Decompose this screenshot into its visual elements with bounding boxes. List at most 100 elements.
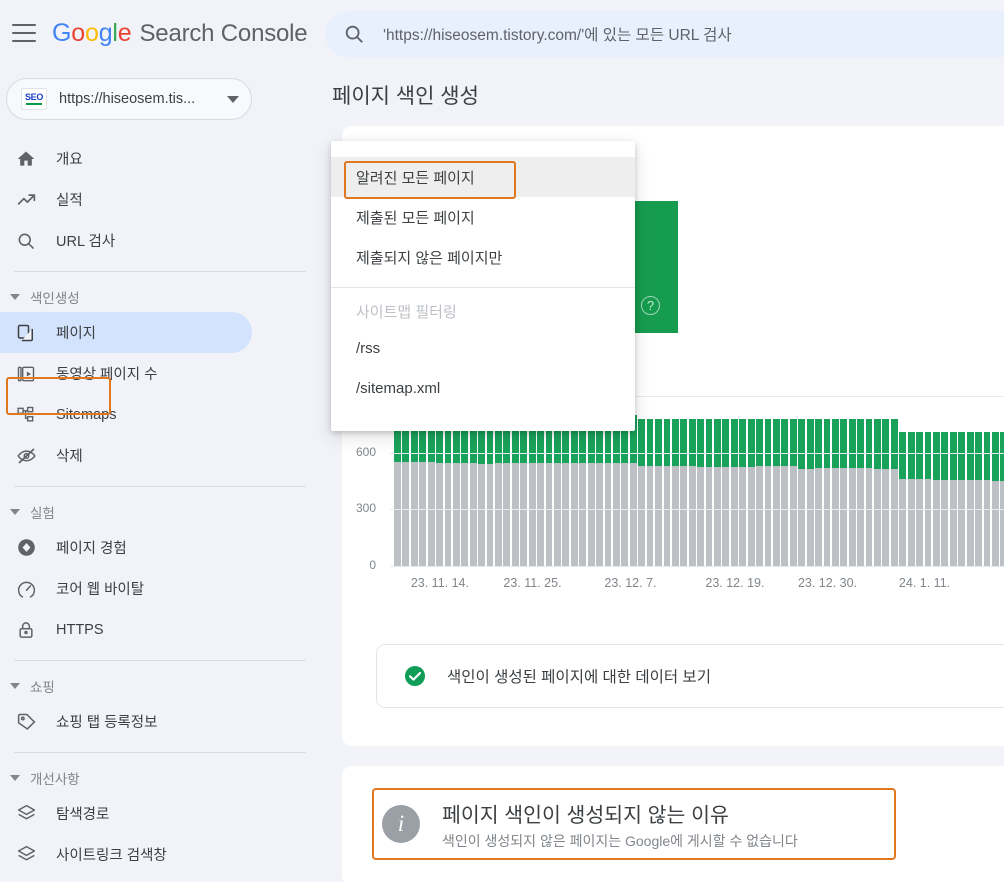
sidebar-item-url-inspection[interactable]: URL 검사: [0, 220, 252, 261]
divider: [14, 271, 306, 272]
chart-bar[interactable]: [984, 396, 991, 566]
chevron-down-icon: [227, 96, 239, 103]
chart-bar[interactable]: [739, 396, 746, 566]
chart-bar[interactable]: [807, 396, 814, 566]
chart-bar-segment-not-indexed: [908, 479, 915, 566]
chart-bar[interactable]: [958, 396, 965, 566]
chart-bar[interactable]: [722, 396, 729, 566]
property-selector[interactable]: SEO https://hiseosem.tis...: [6, 78, 252, 120]
sidebar-item-sitelinks-searchbox[interactable]: 사이트링크 검색창: [0, 834, 252, 875]
chart-bar[interactable]: [647, 396, 654, 566]
sidebar-item-video-pages[interactable]: 동영상 페이지 수: [0, 353, 252, 394]
chart-bar-segment-not-indexed: [487, 464, 494, 566]
chart-bar[interactable]: [832, 396, 839, 566]
chart-bar-segment-indexed: [1000, 432, 1004, 481]
chart-bar[interactable]: [908, 396, 915, 566]
sidebar-item-removals[interactable]: 삭제: [0, 435, 252, 476]
chart-bar-segment-indexed: [882, 419, 889, 469]
chart-x-tick-label: 23. 12. 19.: [705, 576, 764, 590]
chart-bar[interactable]: [638, 396, 645, 566]
url-inspection-search-bar[interactable]: 'https://hiseosem.tistory.com/'에 있는 모든 U…: [325, 11, 1004, 57]
chart-bar[interactable]: [790, 396, 797, 566]
sidebar-item-performance[interactable]: 실적: [0, 179, 252, 220]
chart-bar[interactable]: [798, 396, 805, 566]
chart-bar[interactable]: [882, 396, 889, 566]
sidebar-group-experience[interactable]: 실험: [0, 497, 320, 527]
chart-bar[interactable]: [655, 396, 662, 566]
dropdown-item-label: /sitemap.xml: [356, 380, 440, 397]
sidebar-item-pages[interactable]: 페이지: [0, 312, 252, 353]
chart-bar[interactable]: [840, 396, 847, 566]
chart-bar[interactable]: [765, 396, 772, 566]
chart-bar-segment-indexed: [706, 419, 713, 467]
chart-bar[interactable]: [849, 396, 856, 566]
chart-bar[interactable]: [664, 396, 671, 566]
chart-bar-segment-not-indexed: [495, 463, 502, 566]
chart-bar[interactable]: [933, 396, 940, 566]
chart-bar-segment-not-indexed: [512, 463, 519, 566]
chart-bar[interactable]: [975, 396, 982, 566]
chart-bar[interactable]: [756, 396, 763, 566]
chart-bar[interactable]: [672, 396, 679, 566]
chart-bar[interactable]: [866, 396, 873, 566]
chart-bar-segment-not-indexed: [503, 463, 510, 566]
chart-bar[interactable]: [781, 396, 788, 566]
chart-bar[interactable]: [680, 396, 687, 566]
chart-y-tick-label: 600: [342, 445, 376, 459]
chart-bar[interactable]: [967, 396, 974, 566]
dropdown-item-all-submitted-pages[interactable]: 제출된 모든 페이지: [331, 197, 635, 237]
page-filter-dropdown[interactable]: 알려진 모든 페이지 제출된 모든 페이지 제출되지 않은 페이지만 사이트맵 …: [331, 141, 635, 431]
chart-bar[interactable]: [941, 396, 948, 566]
check-circle-icon: [403, 664, 427, 688]
chart-bar-segment-not-indexed: [445, 463, 452, 566]
dropdown-item-rss[interactable]: /rss: [331, 328, 635, 368]
chart-bar[interactable]: [925, 396, 932, 566]
dropdown-item-unsubmitted-only[interactable]: 제출되지 않은 페이지만: [331, 237, 635, 277]
chart-bar-segment-indexed: [739, 419, 746, 467]
sidebar-item-label: 삭제: [56, 445, 83, 466]
chart-bar-segment-indexed: [664, 419, 671, 466]
chart-bar[interactable]: [815, 396, 822, 566]
chart-bar[interactable]: [916, 396, 923, 566]
chart-bar[interactable]: [773, 396, 780, 566]
chart-bar[interactable]: [714, 396, 721, 566]
chart-bar[interactable]: [731, 396, 738, 566]
sidebar-item-https[interactable]: HTTPS: [0, 609, 252, 650]
help-circle-icon[interactable]: ?: [641, 296, 660, 315]
sidebar-item-shopping-tab-listings[interactable]: 쇼핑 탭 등록정보: [0, 701, 252, 742]
sidebar-group-indexing[interactable]: 색인생성: [0, 282, 320, 312]
sidebar-item-label: 동영상 페이지 수: [56, 363, 157, 384]
chart-bar-segment-indexed: [874, 419, 881, 469]
view-indexed-data-row[interactable]: 색인이 생성된 페이지에 대한 데이터 보기: [376, 644, 1004, 708]
sidebar-item-breadcrumbs[interactable]: 탐색경로: [0, 793, 252, 834]
sidebar-item-overview[interactable]: 개요: [0, 138, 252, 179]
chart-bar[interactable]: [874, 396, 881, 566]
sidebar-item-sitemaps[interactable]: Sitemaps: [0, 394, 252, 435]
chart-bar[interactable]: [697, 396, 704, 566]
sidebar-group-shopping[interactable]: 쇼핑: [0, 671, 320, 701]
hamburger-menu-icon[interactable]: [12, 24, 36, 42]
chart-bar[interactable]: [1000, 396, 1004, 566]
dropdown-item-sitemap-xml[interactable]: /sitemap.xml: [331, 368, 635, 408]
chart-x-tick-label: 24. 1. 11.: [899, 576, 950, 590]
chart-bar-segment-indexed: [722, 419, 729, 467]
chart-bar[interactable]: [689, 396, 696, 566]
chart-bar[interactable]: [748, 396, 755, 566]
dropdown-item-all-known-pages[interactable]: 알려진 모든 페이지: [331, 157, 635, 197]
chart-bar[interactable]: [950, 396, 957, 566]
chart-bar[interactable]: [899, 396, 906, 566]
not-indexed-reason-block[interactable]: i 페이지 색인이 생성되지 않는 이유 색인이 생성되지 않은 페이지는 Go…: [372, 788, 896, 860]
sidebar-item-core-web-vitals[interactable]: 코어 웹 바이탈: [0, 568, 252, 609]
sidebar-group-enhancements[interactable]: 개선사항: [0, 763, 320, 793]
chart-bar[interactable]: [824, 396, 831, 566]
chart-bar-segment-not-indexed: [630, 463, 637, 566]
sidebar-item-page-experience[interactable]: 페이지 경험: [0, 527, 252, 568]
chart-bar-segment-not-indexed: [765, 466, 772, 566]
chart-bar[interactable]: [992, 396, 999, 566]
chart-bar-segment-not-indexed: [621, 463, 628, 566]
chart-bar[interactable]: [891, 396, 898, 566]
chevron-down-icon: [10, 775, 20, 781]
chart-bar-segment-not-indexed: [520, 463, 527, 566]
chart-bar[interactable]: [706, 396, 713, 566]
chart-bar[interactable]: [857, 396, 864, 566]
